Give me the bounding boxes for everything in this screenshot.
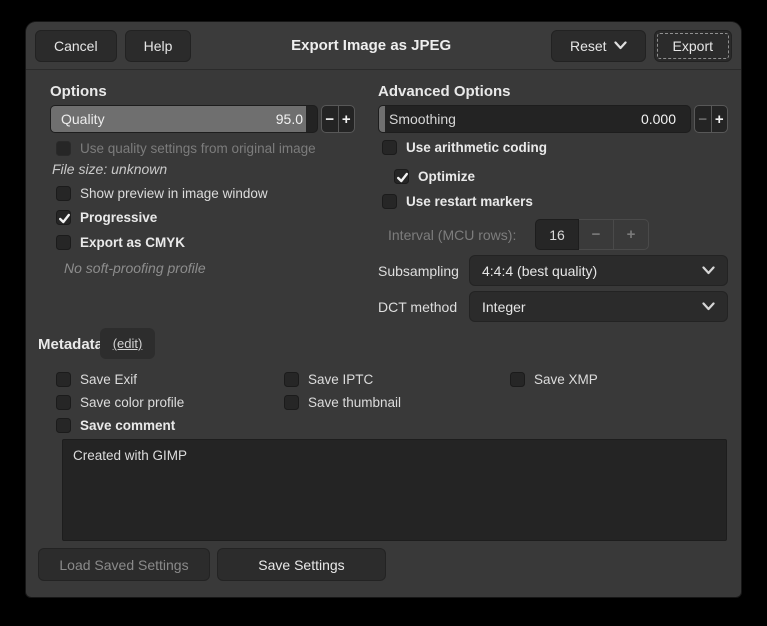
soft-proofing-note: No soft-proofing profile (64, 260, 206, 276)
reset-button-label: Reset (570, 38, 607, 54)
use-quality-settings-checkbox-row: Use quality settings from original image (56, 140, 316, 157)
save-color-profile-label: Save color profile (80, 395, 184, 410)
save-color-profile-checkbox-row[interactable]: Save color profile (56, 394, 184, 411)
dct-method-selected-value: Integer (482, 299, 702, 315)
chevron-down-icon (614, 41, 627, 50)
smoothing-slider-fill (379, 106, 385, 132)
quality-increment-button[interactable]: + (338, 106, 355, 132)
metadata-heading: Metadata (38, 336, 103, 353)
subsampling-dropdown[interactable]: 4:4:4 (best quality) (469, 255, 728, 286)
chevron-down-icon (702, 262, 715, 280)
save-comment-checkbox[interactable] (56, 418, 71, 433)
smoothing-spin-buttons: − + (694, 105, 728, 133)
save-thumbnail-checkbox[interactable] (284, 395, 299, 410)
dialog-title: Export Image as JPEG (199, 37, 543, 54)
cancel-button[interactable]: Cancel (35, 30, 117, 62)
help-button[interactable]: Help (125, 30, 192, 62)
comment-textarea[interactable]: Created with GIMP (62, 439, 727, 541)
save-iptc-checkbox[interactable] (284, 372, 299, 387)
progressive-label: Progressive (80, 210, 157, 225)
save-thumbnail-label: Save thumbnail (308, 395, 401, 410)
dialog-header: Cancel Help Export Image as JPEG Reset E… (26, 22, 741, 70)
restart-markers-checkbox-row[interactable]: Use restart markers (382, 193, 533, 210)
save-xmp-checkbox[interactable] (510, 372, 525, 387)
chevron-down-icon (702, 298, 715, 316)
show-preview-checkbox-row[interactable]: Show preview in image window (56, 185, 268, 202)
save-xmp-label: Save XMP (534, 372, 598, 387)
smoothing-decrement-button[interactable]: − (695, 106, 711, 132)
save-iptc-checkbox-row[interactable]: Save IPTC (284, 371, 373, 388)
quality-value[interactable]: 95.0 (276, 111, 303, 127)
interval-decrement-button: − (579, 219, 614, 250)
quality-slider[interactable]: Quality 95.0 − + (50, 105, 355, 133)
save-exif-label: Save Exif (80, 372, 137, 387)
dct-method-label: DCT method (378, 299, 457, 315)
arithmetic-coding-checkbox[interactable] (382, 140, 397, 155)
metadata-edit-button[interactable]: (edit) (100, 328, 155, 359)
smoothing-value[interactable]: 0.000 (641, 111, 676, 127)
interval-spinner: 16 − + (535, 219, 649, 250)
progressive-checkbox[interactable] (56, 210, 71, 225)
optimize-checkbox[interactable] (394, 169, 409, 184)
load-saved-settings-button[interactable]: Load Saved Settings (38, 548, 210, 581)
smoothing-slider-track[interactable]: Smoothing 0.000 (378, 105, 691, 133)
use-quality-settings-label: Use quality settings from original image (80, 141, 316, 156)
subsampling-label: Subsampling (378, 263, 459, 279)
show-preview-label: Show preview in image window (80, 186, 268, 201)
restart-markers-checkbox[interactable] (382, 194, 397, 209)
save-comment-checkbox-row[interactable]: Save comment (56, 417, 175, 434)
smoothing-increment-button[interactable]: + (711, 106, 728, 132)
export-cmyk-checkbox[interactable] (56, 235, 71, 250)
quality-slider-label: Quality (61, 111, 105, 127)
use-quality-settings-checkbox (56, 141, 71, 156)
optimize-label: Optimize (418, 169, 475, 184)
save-settings-button[interactable]: Save Settings (217, 548, 386, 581)
interval-increment-button: + (614, 219, 649, 250)
save-comment-label: Save comment (80, 418, 175, 433)
smoothing-slider-label: Smoothing (389, 111, 456, 127)
export-cmyk-label: Export as CMYK (80, 235, 185, 250)
file-size-note: File size: unknown (52, 161, 167, 177)
metadata-edit-label: (edit) (113, 336, 143, 351)
arithmetic-coding-checkbox-row[interactable]: Use arithmetic coding (382, 139, 547, 156)
reset-button[interactable]: Reset (551, 30, 646, 62)
save-exif-checkbox-row[interactable]: Save Exif (56, 371, 137, 388)
subsampling-selected-value: 4:4:4 (best quality) (482, 263, 702, 279)
save-color-profile-checkbox[interactable] (56, 395, 71, 410)
interval-label: Interval (MCU rows): (388, 227, 516, 243)
smoothing-slider[interactable]: Smoothing 0.000 − + (378, 105, 728, 133)
dct-method-dropdown[interactable]: Integer (469, 291, 728, 322)
save-exif-checkbox[interactable] (56, 372, 71, 387)
save-xmp-checkbox-row[interactable]: Save XMP (510, 371, 598, 388)
progressive-checkbox-row[interactable]: Progressive (56, 209, 157, 226)
quality-slider-track[interactable]: Quality 95.0 (50, 105, 318, 133)
optimize-checkbox-row[interactable]: Optimize (394, 168, 475, 185)
arithmetic-coding-label: Use arithmetic coding (406, 140, 547, 155)
save-thumbnail-checkbox-row[interactable]: Save thumbnail (284, 394, 401, 411)
save-iptc-label: Save IPTC (308, 372, 373, 387)
quality-decrement-button[interactable]: − (322, 106, 338, 132)
export-jpeg-dialog: Cancel Help Export Image as JPEG Reset E… (26, 22, 741, 597)
restart-markers-label: Use restart markers (406, 194, 533, 209)
options-heading: Options (50, 83, 107, 100)
interval-value: 16 (535, 219, 579, 250)
quality-spin-buttons: − + (321, 105, 355, 133)
show-preview-checkbox[interactable] (56, 186, 71, 201)
export-cmyk-checkbox-row[interactable]: Export as CMYK (56, 234, 185, 251)
export-button[interactable]: Export (654, 30, 732, 62)
advanced-options-heading: Advanced Options (378, 83, 511, 100)
